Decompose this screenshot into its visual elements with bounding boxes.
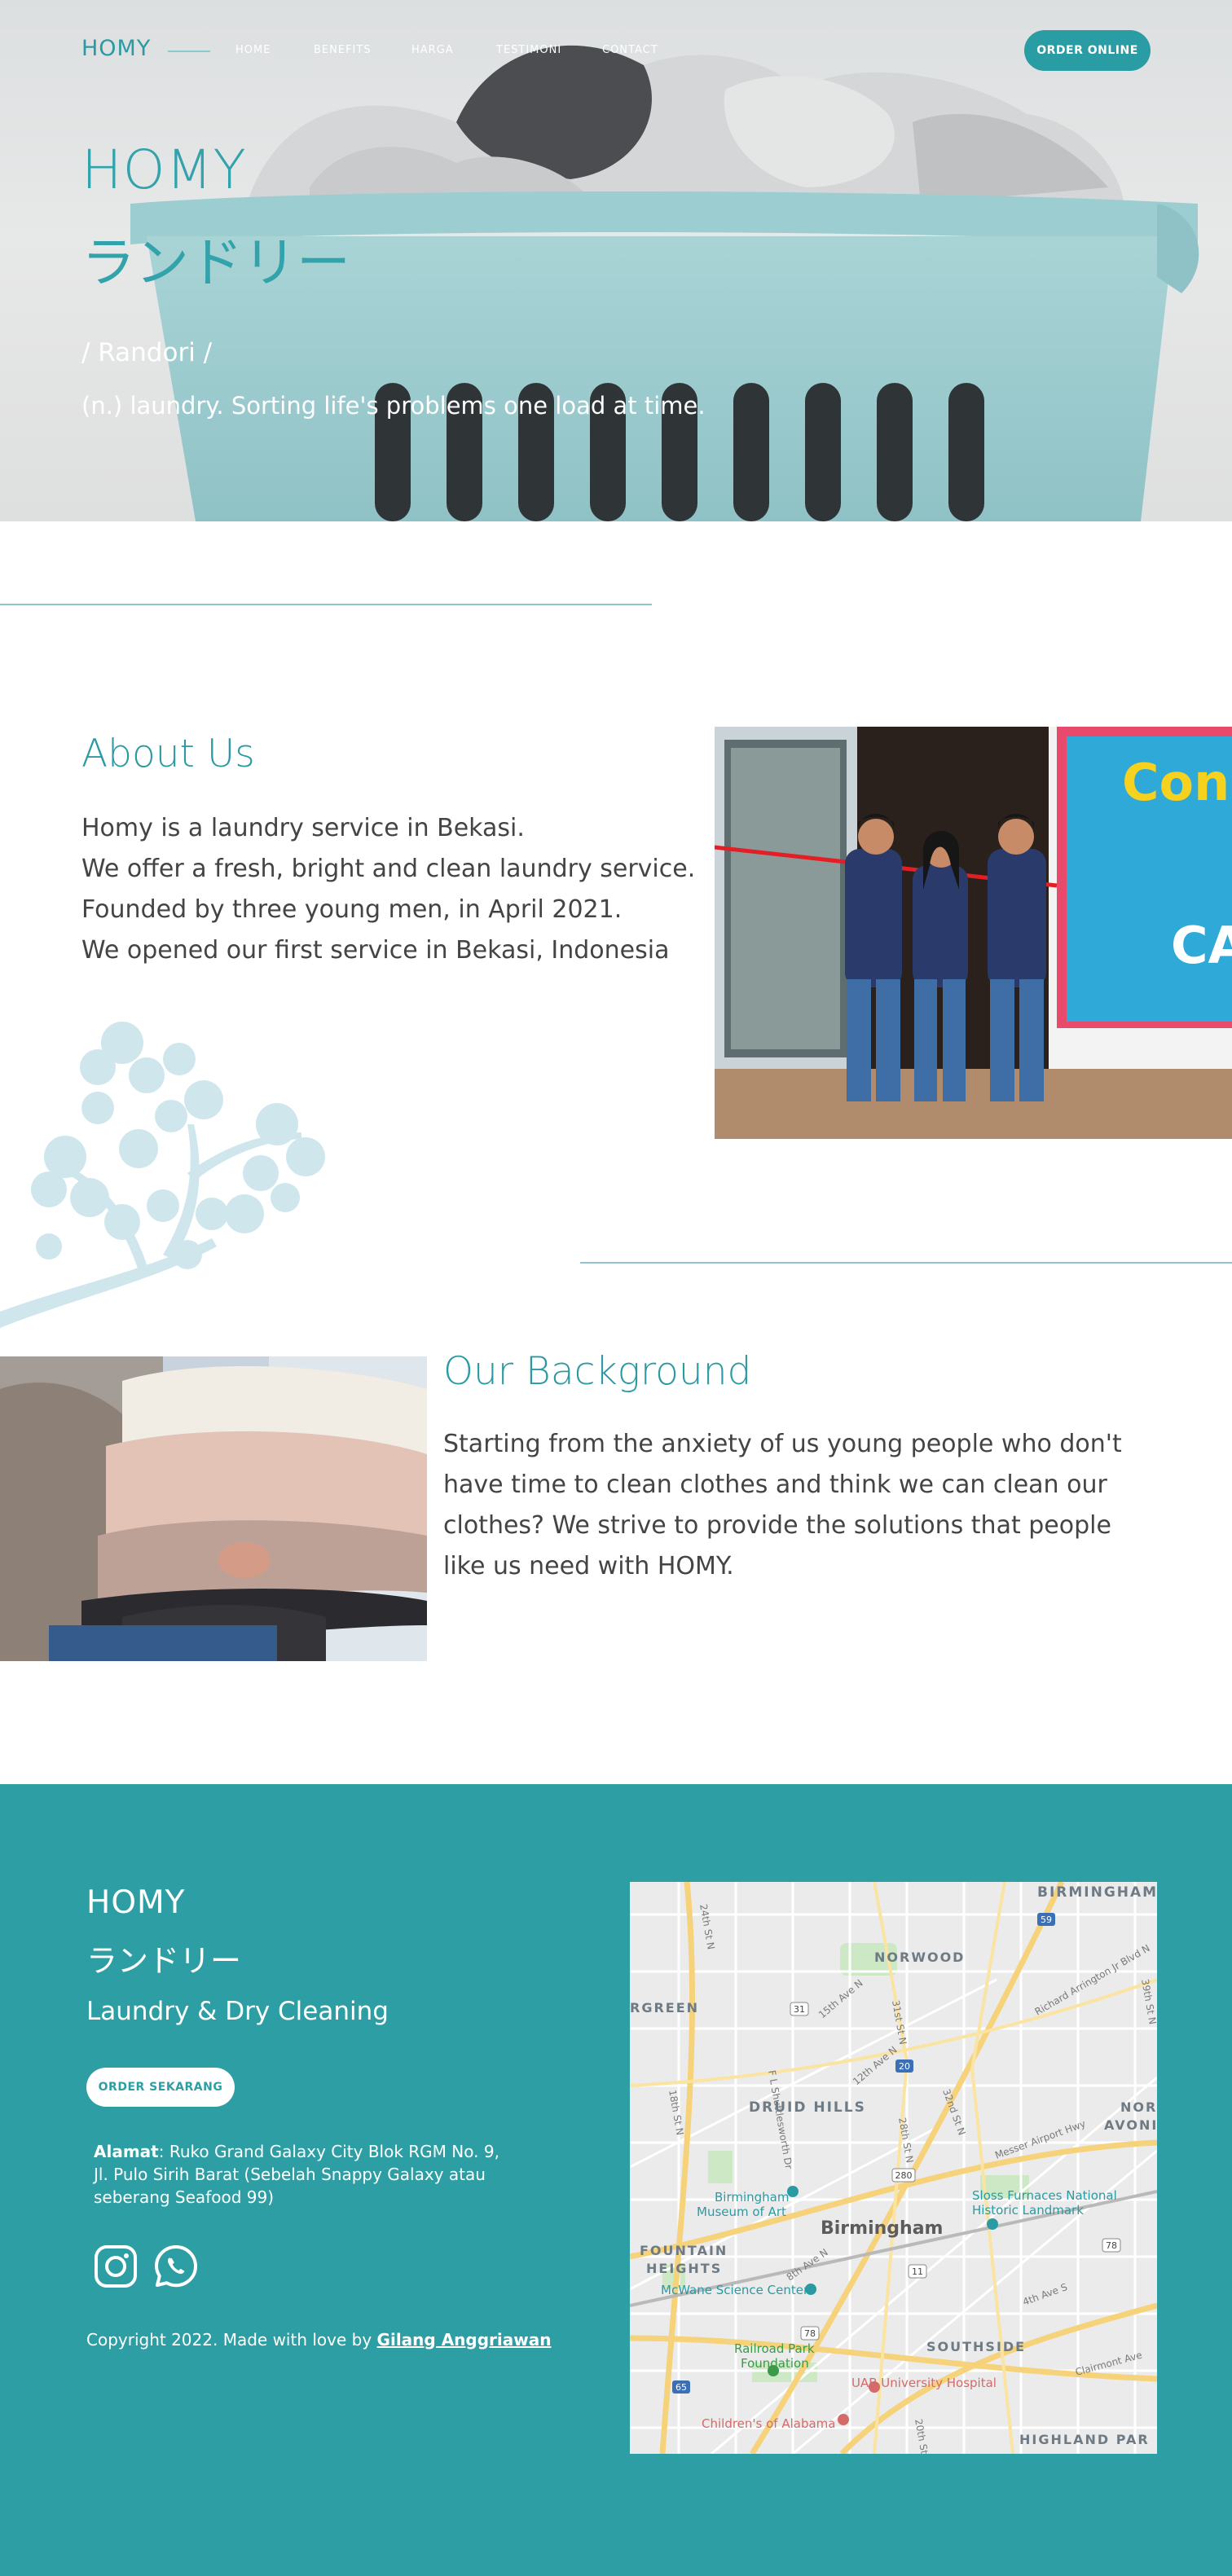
map-shield-i20: 20 bbox=[899, 2061, 910, 2072]
about-line: We opened our first service in Bekasi, I… bbox=[81, 936, 670, 965]
map-label-green: RGREEN bbox=[630, 2000, 699, 2016]
brand-divider bbox=[168, 51, 210, 52]
map-label-museum-2: Museum of Art bbox=[697, 2205, 786, 2219]
order-sekarang-button[interactable]: ORDER SEKARANG bbox=[86, 2068, 235, 2107]
footer-brand-japanese: ランドリー bbox=[86, 1943, 242, 1979]
map-label-nor: NOR bbox=[1120, 2099, 1157, 2115]
location-map[interactable]: BIRMINGHAM NORWOOD RGREEN DRUID HILLS NO… bbox=[630, 1882, 1157, 2454]
map-label-fountain: FOUNTAIN bbox=[640, 2243, 728, 2258]
background-text: Starting from the anxiety of us young pe… bbox=[443, 1430, 1122, 1580]
copyright-text: Copyright 2022. Made with love by bbox=[86, 2330, 377, 2350]
nav-link-benefits[interactable]: BENEFITS bbox=[314, 44, 372, 56]
map-label-city: Birmingham bbox=[821, 2218, 943, 2239]
map-label-childrens: Children's of Alabama bbox=[702, 2416, 835, 2431]
map-label-sloss-2: Historic Landmark bbox=[972, 2203, 1084, 2218]
map-shield-280: 280 bbox=[895, 2170, 913, 2181]
nav-link-home[interactable]: HOME bbox=[235, 44, 271, 56]
footer-copyright: Copyright 2022. Made with love by Gilang… bbox=[86, 2330, 551, 2350]
hero-title: HOMY bbox=[81, 138, 247, 201]
about-line: We offer a fresh, bright and clean laund… bbox=[81, 855, 696, 883]
map-label-avon: AVONI bbox=[1104, 2117, 1157, 2133]
map-label-norwood: NORWOOD bbox=[874, 1950, 965, 1965]
map-canvas: BIRMINGHAM NORWOOD RGREEN DRUID HILLS NO… bbox=[630, 1882, 1157, 2454]
section-divider-left bbox=[0, 604, 652, 605]
map-label-highland: HIGHLAND PAR bbox=[1019, 2432, 1150, 2447]
map-label-museum: Birmingham bbox=[715, 2190, 789, 2205]
map-shield-i65: 65 bbox=[675, 2382, 687, 2393]
hero-section: HOMY HOME BENEFITS HARGA TESTIMONI CONTA… bbox=[0, 0, 1232, 521]
background-heading: Our Background bbox=[443, 1349, 752, 1394]
sweaters-photo-illustration bbox=[0, 1356, 427, 1661]
map-label-heights: HEIGHTS bbox=[646, 2261, 722, 2276]
top-nav: HOMY HOME BENEFITS HARGA TESTIMONI CONTA… bbox=[0, 0, 1232, 101]
map-label-sloss: Sloss Furnaces National bbox=[972, 2188, 1117, 2203]
map-shield-31: 31 bbox=[794, 2004, 805, 2015]
footer-tagline: Laundry & Dry Cleaning bbox=[86, 1997, 389, 2026]
tree-decoration bbox=[0, 1022, 325, 1328]
map-label-southside: SOUTHSIDE bbox=[926, 2339, 1026, 2354]
nav-link-harga[interactable]: HARGA bbox=[411, 44, 454, 56]
hero-title-japanese: ランドリー bbox=[81, 231, 350, 294]
map-label-railroad: Railroad Park bbox=[734, 2341, 815, 2356]
founders-photo: Con CA bbox=[715, 727, 1232, 1139]
about-line: Homy is a laundry service in Bekasi. bbox=[81, 814, 525, 842]
footer-brand: HOMY bbox=[86, 1884, 186, 1921]
map-label-druid-hills: DRUID HILLS bbox=[749, 2099, 866, 2116]
author-link[interactable]: Gilang Anggriawan bbox=[377, 2330, 552, 2350]
order-online-button[interactable]: ORDER ONLINE bbox=[1024, 30, 1151, 71]
map-label-birmingham-top: BIRMINGHAM bbox=[1037, 1884, 1157, 1901]
hero-subtitle: / Randori / bbox=[81, 338, 213, 367]
sweaters-photo bbox=[0, 1356, 427, 1661]
map-shield-11: 11 bbox=[912, 2266, 923, 2277]
photo-sign-text-2: CA bbox=[1171, 916, 1232, 975]
map-label-mcwane: McWane Science Center bbox=[661, 2283, 809, 2297]
about-heading: About Us bbox=[81, 732, 255, 776]
brand-logo[interactable]: HOMY bbox=[81, 36, 151, 61]
section-divider-right bbox=[580, 1262, 1232, 1264]
photo-sign-text: Con bbox=[1122, 753, 1230, 812]
map-shield-78b: 78 bbox=[804, 2328, 816, 2339]
instagram-icon[interactable] bbox=[93, 2244, 139, 2289]
footer: HOMY ランドリー Laundry & Dry Cleaning ORDER … bbox=[0, 1784, 1232, 2576]
footer-address: Alamat: Ruko Grand Galaxy City Blok RGM … bbox=[94, 2140, 517, 2209]
nav-link-contact[interactable]: CONTACT bbox=[602, 44, 658, 56]
founders-photo-illustration: Con CA bbox=[715, 727, 1232, 1139]
hero-description: (n.) laundry. Sorting life's problems on… bbox=[81, 392, 706, 420]
nav-link-testimoni[interactable]: TESTIMONI bbox=[496, 44, 561, 56]
whatsapp-icon[interactable] bbox=[153, 2244, 199, 2289]
map-shield-i59: 59 bbox=[1041, 1914, 1052, 1925]
about-line: Founded by three young men, in April 202… bbox=[81, 895, 623, 924]
about-text: Homy is a laundry service in Bekasi. We … bbox=[81, 808, 695, 971]
map-shield-78: 78 bbox=[1106, 2240, 1117, 2251]
address-label: Alamat bbox=[94, 2142, 159, 2161]
